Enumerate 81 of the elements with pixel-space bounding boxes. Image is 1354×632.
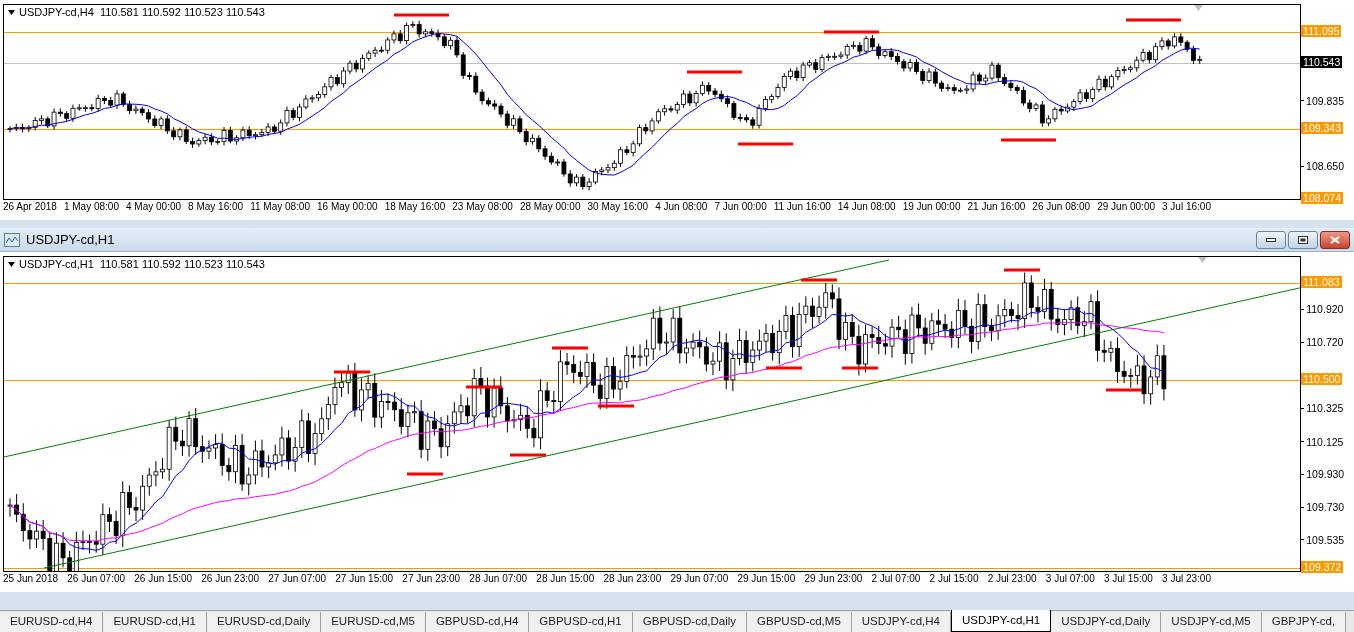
- time-axis-label: 18 May 16:00: [384, 202, 446, 212]
- time-axis-label: 27 Jun 07:00: [268, 574, 327, 584]
- chart-tab[interactable]: GBPUSD-cd,H4: [425, 612, 530, 632]
- time-axis-label: 28 Jun 23:00: [603, 574, 662, 584]
- price-axis-label: 109.730: [1305, 501, 1346, 514]
- chart-tab[interactable]: EURUSD-cd,H4: [0, 612, 104, 632]
- chart-tab[interactable]: EURUSD-cd,M5: [321, 612, 426, 632]
- time-axis-label: 28 Jun 15:00: [536, 574, 595, 584]
- restore-icon: [1298, 235, 1308, 244]
- restore-button[interactable]: [1288, 230, 1318, 249]
- dropdown-triangle-icon[interactable]: [8, 262, 15, 267]
- chart-tab[interactable]: USDJPY-cd,Daily: [1051, 612, 1162, 632]
- time-axis-label: 25 Jun 2018: [3, 574, 59, 584]
- time-axis-label: 3 Jul 23:00: [1162, 574, 1211, 584]
- chart-tab[interactable]: USDJPY-cd,H4: [851, 612, 951, 632]
- time-axis-label: 2 Jul 15:00: [929, 574, 979, 584]
- time-axis-label: 29 Jun 15:00: [737, 574, 796, 584]
- time-axis-label: 29 Jun 07:00: [670, 574, 729, 584]
- time-axis-label: 29 Jun 00:00: [1097, 202, 1155, 212]
- dropdown-triangle-icon[interactable]: [8, 10, 15, 15]
- time-axis-label: 2 Jul 23:00: [987, 574, 1037, 584]
- price-axis-label: 110.500: [1301, 373, 1343, 386]
- time-axis-label: 26 Jun 15:00: [134, 574, 193, 584]
- time-axis-label: 3 Jul 07:00: [1045, 574, 1095, 584]
- time-axis-label: 19 Jun 00:00: [902, 202, 961, 212]
- time-axis-label: 23 May 08:00: [452, 202, 513, 212]
- minimize-button[interactable]: [1256, 230, 1286, 249]
- chart-window-icon: [4, 232, 20, 247]
- chart-tab[interactable]: GBPUSD-cd,M5: [747, 612, 852, 632]
- price-axis-label: 110.125: [1305, 435, 1345, 448]
- chart-plot-area[interactable]: USDJPY-cd,H1 110.581 110.592 110.523 110.543: [3, 256, 1302, 572]
- time-axis-label: 28 Jun 07:00: [469, 574, 528, 584]
- time-axis-label: 26 Jun 08:00: [1032, 202, 1091, 212]
- time-axis-label: 28 May 00:00: [519, 202, 581, 212]
- price-axis-label: 110.920: [1305, 303, 1345, 316]
- price-axis-label: 109.835: [1305, 94, 1346, 107]
- time-axis-label: 11 Jun 16:00: [773, 202, 831, 212]
- time-axis-label: 21 Jun 16:00: [967, 202, 1026, 212]
- time-axis-label: 4 May 00:00: [126, 202, 182, 212]
- price-axis-label: 109.535: [1305, 533, 1346, 546]
- chart-tab[interactable]: GBPJPY-cd,: [1261, 612, 1347, 632]
- time-axis-label: 27 Jun 23:00: [402, 574, 461, 584]
- time-axis-label: 11 May 08:00: [250, 202, 310, 212]
- price-axis-label: 108.074: [1301, 192, 1344, 204]
- time-axis-label: 16 May 00:00: [317, 202, 378, 212]
- time-axis-label: 7 Jun 00:00: [714, 202, 767, 212]
- chart-tab[interactable]: USDJPY-cd,M5: [1161, 612, 1262, 632]
- time-axis-label: 30 May 16:00: [587, 202, 649, 212]
- chart-tab[interactable]: GBPUSD-cd,Daily: [632, 612, 748, 632]
- price-axis-label: 109.343: [1301, 121, 1344, 134]
- time-axis-label: 2 Jul 07:00: [871, 574, 921, 584]
- chart-tab[interactable]: GBPUSD-cd,H1: [529, 612, 633, 632]
- price-axis-label: 109.372: [1301, 561, 1344, 573]
- price-axis-label: 109.930: [1305, 468, 1346, 481]
- chart-tab[interactable]: EURUSD-cd,H1: [103, 612, 207, 632]
- time-axis-label: 26 Apr 2018: [3, 202, 57, 212]
- time-axis-label: 26 Jun 07:00: [67, 574, 126, 584]
- price-axis-label: 110.325: [1305, 402, 1345, 415]
- price-axis-label: 110.720: [1305, 336, 1345, 349]
- time-axis-label: 3 Jul 16:00: [1162, 202, 1211, 212]
- window-title: USDJPY-cd,H1: [26, 230, 115, 249]
- time-axis-label: 26 Jun 23:00: [201, 574, 260, 584]
- time-axis-label: 4 Jun 08:00: [655, 202, 708, 212]
- time-axis-label: 1 May 08:00: [63, 202, 119, 212]
- price-axis-label: 111.095: [1301, 25, 1342, 37]
- time-axis-label: 29 Jun 23:00: [804, 574, 863, 584]
- time-axis-label: 14 Jun 08:00: [837, 202, 896, 212]
- price-axis-label: 110.543: [1301, 55, 1343, 68]
- price-axis-label: 111.083: [1301, 276, 1342, 288]
- time-axis-label: 27 Jun 15:00: [335, 574, 394, 584]
- time-axis-label: 3 Jul 15:00: [1103, 574, 1153, 584]
- close-icon: [1330, 235, 1340, 244]
- close-button[interactable]: [1320, 230, 1350, 249]
- chart-header-text: USDJPY-cd,H4 110.581 110.592 110.523 110.543: [19, 7, 265, 18]
- chart-tab[interactable]: USDJPY-cd,H1: [951, 610, 1052, 632]
- chart-header-text: USDJPY-cd,H1 110.581 110.592 110.523 110.543: [19, 259, 265, 270]
- price-axis-label: 108.650: [1305, 160, 1346, 173]
- time-axis-label: 8 May 16:00: [188, 202, 244, 212]
- minimize-icon: [1266, 237, 1276, 242]
- chart-tab[interactable]: EURUSD-cd,Daily: [206, 612, 322, 632]
- chart-plot-area[interactable]: USDJPY-cd,H4 110.581 110.592 110.523 110.543: [3, 4, 1302, 200]
